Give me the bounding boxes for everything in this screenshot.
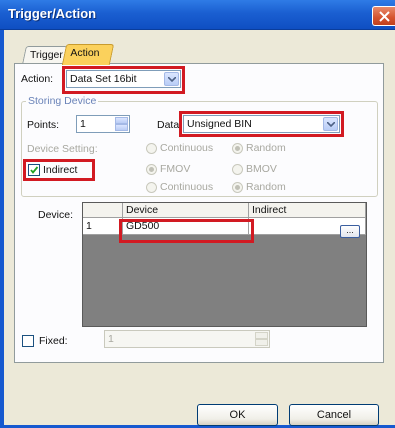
points-label: Points: [27,119,60,131]
radio-random-1[interactable] [232,143,243,154]
device-cell-highlight [119,219,254,243]
tab-action-label: Action [70,47,100,59]
storing-device-title: Storing Device [26,95,99,107]
radio-random-1-label: Random [246,142,286,154]
action-select-value: Data Set 16bit [70,73,137,85]
fixed-label: Fixed: [39,335,68,347]
column-header-device: Device [123,203,249,218]
action-select[interactable]: Data Set 16bit [66,70,181,88]
check-icon [30,166,39,174]
spin-down-button[interactable] [115,124,128,131]
column-header-index [83,203,123,218]
window-title: Trigger/Action [8,6,97,21]
ok-button[interactable]: OK [197,404,278,426]
radio-bmov[interactable] [232,164,243,175]
fixed-value: 1 [108,333,114,345]
tab-trigger-label: Trigger [30,49,63,61]
close-icon [379,11,390,22]
tab-action[interactable]: Action [61,44,115,65]
points-stepper[interactable]: 1 [76,115,130,133]
title-bar[interactable]: Trigger/Action [0,0,395,30]
close-button[interactable] [372,6,395,26]
column-header-indirect: Indirect [249,203,366,218]
browse-device-button[interactable]: ... [340,225,360,238]
radio-fmov[interactable] [146,164,157,175]
radio-random-2[interactable] [232,182,243,193]
fixed-spin-buttons[interactable] [255,332,268,346]
radio-continuous-2-label: Continuous [160,181,214,193]
chevron-down-icon [327,122,335,127]
cancel-button[interactable]: Cancel [289,404,379,426]
spin-down-button[interactable] [255,339,268,346]
device-setting-label: Device Setting: [27,143,98,155]
radio-continuous-2[interactable] [146,182,157,193]
data-dropdown-button[interactable] [323,117,338,131]
action-label: Action: [21,73,54,85]
row-number: 1 [83,218,123,235]
indirect-label: Indirect [43,164,78,176]
fixed-checkbox[interactable] [22,335,34,347]
radio-random-2-label: Random [246,181,286,193]
device-label: Device: [38,209,74,221]
data-select[interactable]: Unsigned BIN [183,115,340,133]
spin-up-button[interactable] [115,117,128,124]
points-value: 1 [80,118,86,130]
data-select-value: Unsigned BIN [187,118,252,130]
tab-trigger[interactable]: Trigger [22,46,68,64]
radio-continuous-1-label: Continuous [160,142,214,154]
chevron-down-icon [168,77,176,82]
spin-up-button[interactable] [255,332,268,339]
radio-bmov-label: BMOV [246,163,277,175]
radio-continuous-1[interactable] [146,143,157,154]
radio-fmov-label: FMOV [160,163,191,175]
points-spin-buttons[interactable] [115,117,128,131]
fixed-value-stepper[interactable]: 1 [104,330,270,348]
indirect-checkbox[interactable] [28,164,40,176]
action-dropdown-button[interactable] [164,72,179,86]
